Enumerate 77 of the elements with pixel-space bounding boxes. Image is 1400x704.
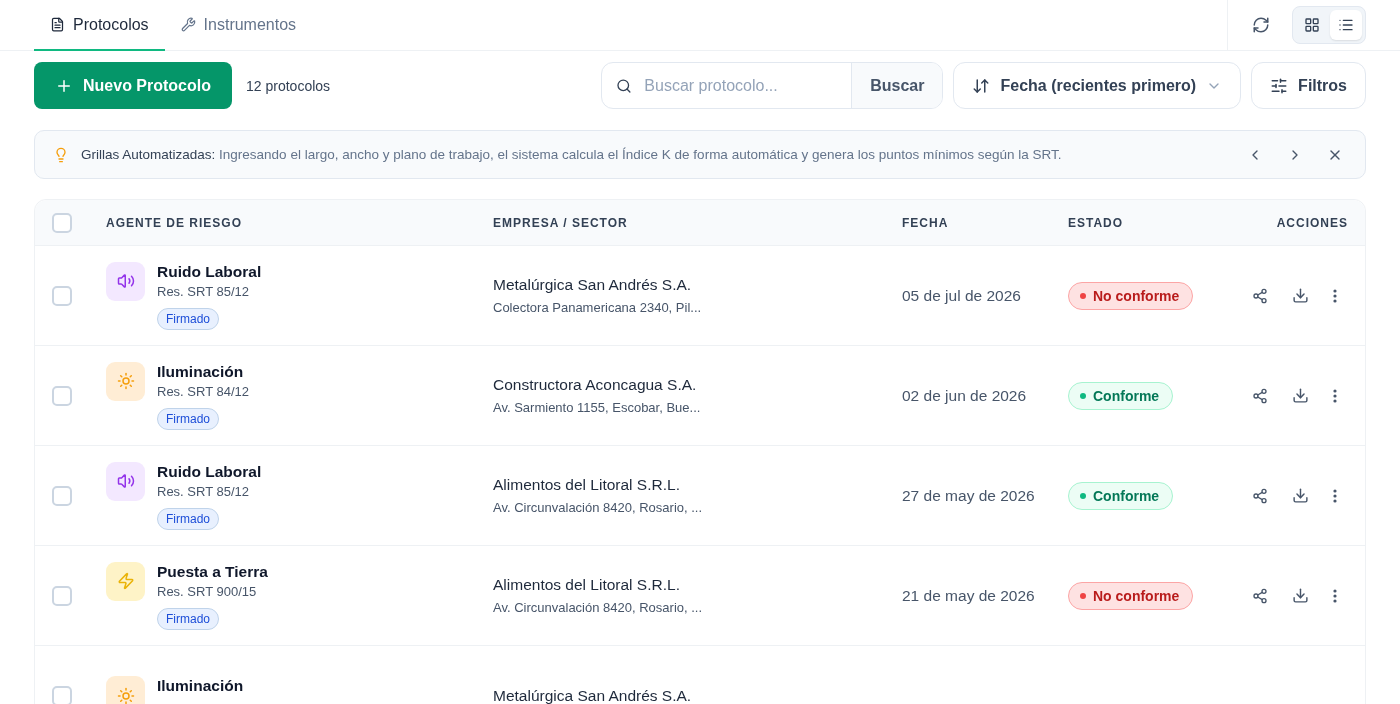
protocol-count: 12 protocolos (246, 77, 332, 94)
company-address: Av. Circunvalación 8420, Rosario, ... (493, 500, 704, 515)
sort-dropdown[interactable]: Fecha (recientes primero) (953, 62, 1242, 109)
search-button[interactable]: Buscar (851, 63, 943, 108)
row-checkbox[interactable] (52, 485, 72, 506)
tab[interactable]: Protocolos (34, 0, 165, 51)
row-checkbox[interactable] (52, 685, 72, 704)
regulation: Res. SRT 84/12 (157, 383, 249, 399)
signed-tag: Firmado (157, 307, 219, 330)
date: 21 de may de 2026 (902, 586, 1036, 605)
date: 02 de jun de 2026 (902, 386, 1028, 405)
list-view-icon (1338, 17, 1354, 33)
more-icon (1333, 588, 1337, 603)
agent-name: Ruido Laboral (157, 261, 262, 281)
agent-name: Iluminación (157, 361, 244, 381)
company-name: Alimentos del Litoral S.R.L. (493, 576, 681, 594)
date: 27 de may de 2026 (902, 486, 1036, 505)
speaker-icon (116, 472, 135, 490)
refresh-icon (1252, 16, 1270, 34)
column-header: ACCIONES (1276, 215, 1349, 230)
company-address: Av. Circunvalación 8420, Rosario, ... (493, 600, 704, 615)
lightbulb-icon (53, 146, 69, 163)
signed-tag: Firmado (157, 407, 219, 430)
agent-name: Ruido Laboral (157, 461, 262, 481)
signed-tag: Firmado (157, 507, 219, 530)
new-protocol-button[interactable]: Nuevo Protocolo (34, 62, 232, 109)
regulation: Res. SRT 900/15 (157, 583, 257, 599)
tip-text: Grillas Automatizadas: Ingresando el largo, ancho y plano de trabajo, el sistema calcula el Índice K de forma automática y genera los puntos mínimos según la SRT. (81, 147, 1063, 162)
status-badge: Conforme (1068, 481, 1174, 510)
share-icon (1252, 287, 1268, 304)
more-icon (1333, 288, 1337, 303)
more-icon (1333, 488, 1337, 503)
sun-icon (116, 372, 135, 390)
row-checkbox[interactable] (52, 385, 72, 406)
company-name: Metalúrgica San Andrés S.A. (493, 686, 693, 704)
filters-button[interactable]: Filtros (1251, 62, 1366, 109)
status-badge: No conforme (1068, 281, 1194, 310)
list-view-button[interactable] (1330, 10, 1362, 40)
wrench-icon (180, 17, 196, 32)
regulation: Res. SRT 85/12 (157, 283, 249, 299)
share-icon (1252, 487, 1268, 504)
tab[interactable]: Instrumentos (164, 0, 313, 51)
document-icon (50, 17, 65, 32)
search-field[interactable]: Buscar protocolo... (642, 75, 838, 96)
agent-name: Iluminación (157, 676, 244, 695)
column-header: FECHA (902, 215, 950, 230)
agent-name: Puesta a Tierra (157, 561, 268, 581)
status-badge: No conforme (1068, 581, 1194, 610)
company-address: Av. Sarmiento 1155, Escobar, Bue... (493, 400, 702, 415)
column-header: AGENTE DE RIESGO (106, 215, 244, 230)
company-address: Colectora Panamericana 2340, Pil... (493, 300, 703, 315)
download-icon (1292, 487, 1309, 504)
download-icon (1292, 587, 1309, 604)
grid-view-icon (1304, 17, 1320, 33)
sun-icon (116, 686, 135, 704)
more-icon (1333, 388, 1337, 403)
company-name: Metalúrgica San Andrés S.A. (493, 276, 693, 294)
company-name: Alimentos del Litoral S.R.L. (493, 476, 681, 494)
sliders-icon (1270, 76, 1289, 95)
company-name: Constructora Aconcagua S.A. (493, 376, 698, 394)
share-icon (1252, 387, 1268, 404)
share-icon (1252, 587, 1268, 604)
date: 05 de jul de 2026 (902, 286, 1022, 305)
speaker-icon (116, 272, 135, 290)
download-icon (1292, 287, 1309, 304)
lightning-bolt-icon (116, 572, 135, 590)
sort-arrows-icon (972, 76, 991, 95)
select-all-checkbox[interactable] (52, 212, 72, 233)
signed-tag: Firmado (157, 607, 219, 630)
download-icon (1292, 387, 1309, 404)
regulation: Res. SRT 85/12 (157, 483, 249, 499)
column-header: ESTADO (1068, 215, 1125, 230)
row-checkbox[interactable] (52, 285, 72, 306)
search-icon (616, 76, 633, 95)
column-header: EMPRESA / SECTOR (493, 215, 629, 230)
row-checkbox[interactable] (52, 585, 72, 606)
status-badge: Conforme (1068, 381, 1174, 410)
